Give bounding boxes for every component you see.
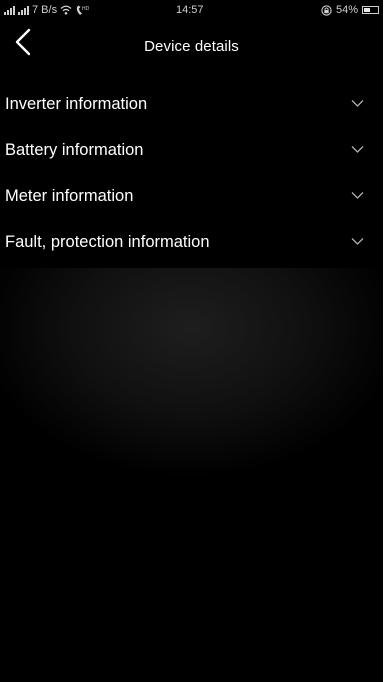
- net-speed: 7 B/s: [32, 4, 58, 16]
- section-battery-information[interactable]: Battery information: [0, 127, 383, 173]
- chevron-down-icon: [351, 100, 364, 107]
- wifi-icon: [60, 5, 72, 15]
- status-right: 54%: [321, 4, 379, 16]
- hd-call-icon: HD: [76, 5, 89, 15]
- chevron-down-icon: [351, 146, 364, 153]
- chevron-down-icon: [351, 192, 364, 199]
- section-fault-protection-information[interactable]: Fault, protection information: [0, 219, 383, 265]
- app-screen: 7 B/s HD 14:57 54% Device details Invert…: [0, 0, 383, 682]
- section-label: Fault, protection information: [5, 233, 210, 251]
- status-left: 7 B/s HD: [4, 4, 89, 16]
- chevron-down-icon: [351, 238, 364, 245]
- battery-percent: 54%: [335, 4, 358, 16]
- section-meter-information[interactable]: Meter information: [0, 173, 383, 219]
- svg-text:HD: HD: [82, 6, 89, 12]
- section-label: Inverter information: [5, 95, 148, 113]
- section-list: Inverter information Battery information…: [0, 81, 383, 265]
- clock: 14:57: [176, 4, 204, 16]
- battery-icon: [362, 6, 379, 14]
- status-bar: 7 B/s HD 14:57 54%: [0, 0, 383, 22]
- header-bar: Device details: [0, 22, 383, 72]
- signal-icon: [4, 5, 15, 15]
- section-inverter-information[interactable]: Inverter information: [0, 81, 383, 127]
- rotation-lock-icon: [321, 4, 332, 16]
- page-title: Device details: [144, 38, 239, 55]
- background-gradient: [0, 268, 383, 682]
- signal-icon: [18, 5, 29, 15]
- section-label: Meter information: [5, 187, 134, 205]
- section-label: Battery information: [5, 141, 144, 159]
